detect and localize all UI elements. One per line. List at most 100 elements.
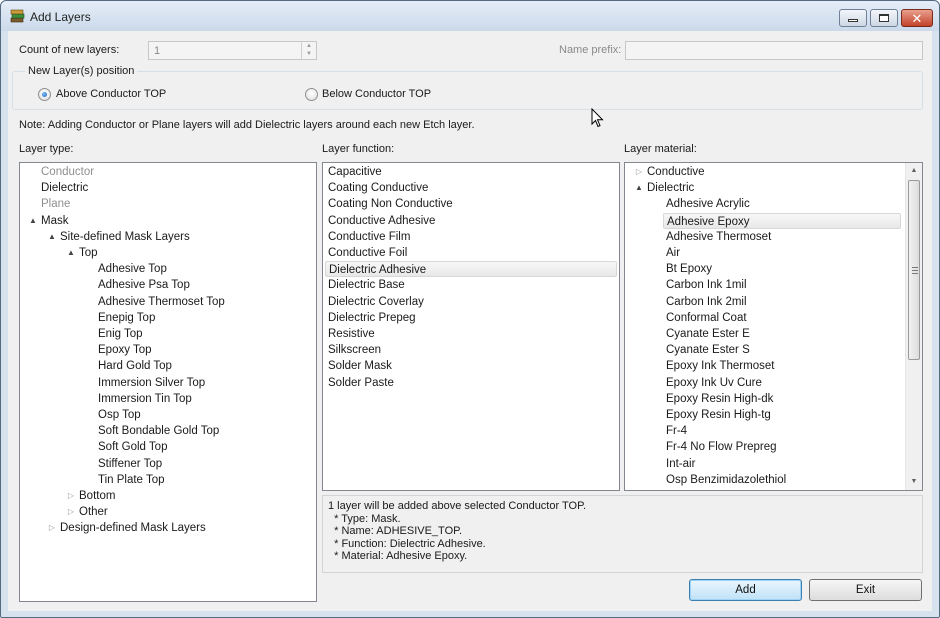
summary-box: 1 layer will be added above selected Con… <box>322 495 923 573</box>
tree-item[interactable]: Int-air <box>663 456 695 472</box>
function-list-item[interactable]: Coating Conductive <box>325 180 617 196</box>
tree-item[interactable]: Top <box>76 245 98 261</box>
count-spinner[interactable]: ▲ ▼ <box>301 42 316 59</box>
function-list-item[interactable]: Dielectric Base <box>325 277 617 293</box>
tree-item[interactable]: Other <box>76 504 108 520</box>
tree-item[interactable]: Tin Plate Top <box>95 472 164 488</box>
function-list-item[interactable]: Silkscreen <box>325 342 617 358</box>
tree-item[interactable]: Adhesive Acrylic <box>663 196 750 212</box>
layer-function-list[interactable]: Capacitive Coating Conductive Coating Non … <box>322 162 620 491</box>
tree-item[interactable]: Cyanate Ester S <box>663 342 750 358</box>
function-list-item[interactable]: Dielectric Coverlay <box>325 294 617 310</box>
tree-item[interactable]: Adhesive Epoxy <box>663 212 901 229</box>
function-list-item[interactable]: Conductive Adhesive <box>325 213 617 229</box>
tree-item[interactable]: Epoxy Top <box>95 342 152 358</box>
tree-item[interactable]: Mask <box>38 213 68 229</box>
tree-item[interactable]: Osp Benzimidazolethiol <box>663 472 786 488</box>
tree-item[interactable]: Air <box>663 245 680 261</box>
tree-item[interactable]: Adhesive Psa Top <box>95 277 190 293</box>
grip-icon <box>912 267 918 274</box>
layer-type-tree[interactable]: Conductor Dielectric Plane ▲ Mask ▲ Site-defin… <box>19 162 317 602</box>
position-group-label: New Layer(s) position <box>25 65 138 77</box>
scroll-down-icon[interactable]: ▼ <box>906 474 922 490</box>
tree-item[interactable]: Immersion Tin Top <box>95 391 192 407</box>
tree-item[interactable]: Epoxy Ink Uv Cure <box>663 375 762 391</box>
tree-item[interactable]: Epoxy Resin High-dk <box>663 391 773 407</box>
function-list-item[interactable]: Conductive Film <box>325 229 617 245</box>
expand-arrow-icon[interactable]: ▷ <box>66 488 76 504</box>
summary-line: * Name: ADHESIVE_TOP. <box>328 525 463 537</box>
tree-item[interactable]: Bottom <box>76 488 115 504</box>
tree-item[interactable]: Fr-4 <box>663 423 687 439</box>
below-label[interactable]: Below Conductor TOP <box>322 88 431 100</box>
function-list-item[interactable]: Capacitive <box>325 164 617 180</box>
dialog-body: Count of new layers: ▲ ▼ Name prefix: Ne… <box>8 31 932 611</box>
tree-item[interactable]: Carbon Ink 2mil <box>663 294 747 310</box>
tree-item[interactable]: Hard Gold Top <box>95 358 172 374</box>
layer-material-tree[interactable]: ▲ ▼ ▷ Conductive ▲ Dielectric Adhesive Acryl… <box>624 162 923 491</box>
function-list-item[interactable]: Coating Non Conductive <box>325 196 617 212</box>
close-button[interactable]: ✕ <box>901 9 933 27</box>
tree-item[interactable]: Carbon Ink 1mil <box>663 277 747 293</box>
above-radio[interactable] <box>38 88 51 101</box>
scroll-up-icon[interactable]: ▲ <box>906 163 922 179</box>
tree-item[interactable]: Epoxy Ink Thermoset <box>663 358 774 374</box>
expand-arrow-icon[interactable]: ▷ <box>634 164 644 180</box>
tree-item[interactable]: Epoxy Resin High-tg <box>663 407 771 423</box>
tree-item: Plane <box>41 198 71 211</box>
tree-item[interactable]: Soft Gold Top <box>95 439 167 455</box>
maximize-button[interactable] <box>870 9 898 27</box>
expand-arrow-icon[interactable]: ▷ <box>47 520 57 536</box>
function-list-item[interactable]: Resistive <box>325 326 617 342</box>
add-button[interactable]: Add <box>689 579 802 601</box>
tree-item[interactable]: Adhesive Thermoset <box>663 229 771 245</box>
above-label[interactable]: Above Conductor TOP <box>56 88 166 100</box>
tree-item[interactable]: Stiffener Top <box>95 456 162 472</box>
function-list-item[interactable]: Solder Mask <box>325 358 617 374</box>
function-list-item[interactable]: Dielectric Prepeg <box>325 310 617 326</box>
tree-item[interactable]: Adhesive Top <box>95 261 167 277</box>
material-scrollbar[interactable]: ▲ ▼ <box>905 163 922 490</box>
tree-item[interactable]: Adhesive Thermoset Top <box>95 294 225 310</box>
expand-arrow-icon[interactable]: ▷ <box>66 504 76 520</box>
tree-item[interactable]: Fr-4 No Flow Prepreg <box>663 439 777 455</box>
spin-down-icon[interactable]: ▼ <box>302 50 316 58</box>
tree-item[interactable]: Bt Epoxy <box>663 261 712 277</box>
minimize-button[interactable] <box>839 9 867 27</box>
exit-button[interactable]: Exit <box>809 579 922 601</box>
collapse-arrow-icon[interactable]: ▲ <box>28 213 38 229</box>
count-input[interactable] <box>148 41 317 60</box>
collapse-arrow-icon[interactable]: ▲ <box>66 245 76 261</box>
tree-item[interactable]: Immersion Silver Top <box>95 375 205 391</box>
tree-item[interactable]: Site-defined Mask Layers <box>57 229 190 245</box>
tree-item[interactable]: Dielectric <box>38 180 88 196</box>
tree-item[interactable]: Osp Top <box>95 407 141 423</box>
below-radio[interactable] <box>305 88 318 101</box>
summary-line: * Function: Dielectric Adhesive. <box>328 537 486 550</box>
tree-item[interactable]: Dielectric <box>644 180 694 196</box>
note-text: Note: Adding Conductor or Plane layers w… <box>19 119 475 131</box>
tree-item[interactable]: Design-defined Mask Layers <box>57 520 206 536</box>
collapse-arrow-icon[interactable]: ▲ <box>47 229 57 245</box>
tree-item[interactable]: Conformal Coat <box>663 310 747 326</box>
function-list-item[interactable]: Conductive Foil <box>325 245 617 261</box>
tree-item[interactable]: Soft Bondable Gold Top <box>95 423 219 439</box>
summary-line: * Material: Adhesive Epoxy. <box>328 550 468 562</box>
spin-up-icon[interactable]: ▲ <box>302 42 316 50</box>
function-list-item[interactable]: Dielectric Adhesive <box>325 261 617 278</box>
tree-item[interactable]: Enig Top <box>95 326 143 342</box>
summary-line: 1 layer will be added above selected Con… <box>328 500 587 512</box>
function-list-item[interactable]: Solder Paste <box>325 375 617 391</box>
count-label: Count of new layers: <box>19 44 120 56</box>
layer-function-label: Layer function: <box>322 143 395 155</box>
layer-type-label: Layer type: <box>19 143 74 155</box>
tree-item[interactable]: Cyanate Ester E <box>663 326 750 342</box>
scroll-thumb[interactable] <box>908 180 920 360</box>
collapse-arrow-icon[interactable]: ▲ <box>634 180 644 196</box>
prefix-label: Name prefix: <box>559 44 622 56</box>
tree-item[interactable]: Conductive <box>644 164 705 180</box>
name-prefix-input[interactable] <box>625 41 923 60</box>
tree-item[interactable]: Enepig Top <box>95 310 155 326</box>
title-bar[interactable]: Add Layers ✕ <box>1 1 939 31</box>
minimize-icon <box>848 19 858 22</box>
